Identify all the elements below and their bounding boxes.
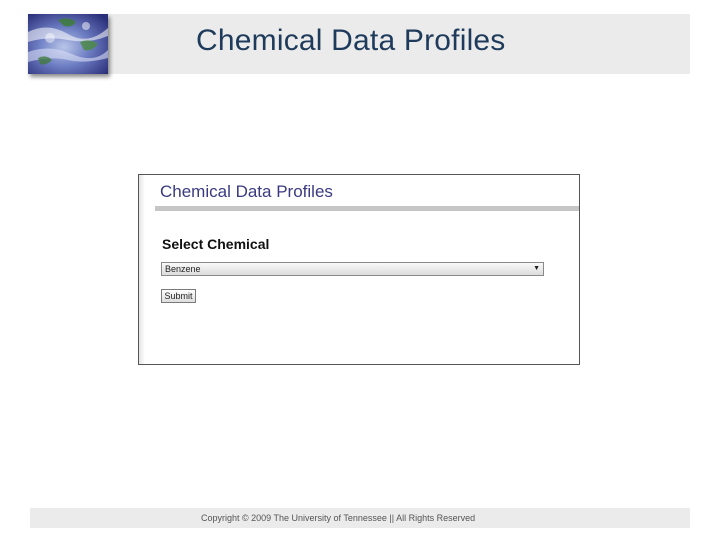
slide-title: Chemical Data Profiles bbox=[196, 24, 506, 57]
chemical-select-value: Benzene bbox=[165, 264, 201, 274]
screenshot-left-shade bbox=[139, 175, 145, 364]
earth-satellite-logo bbox=[28, 14, 108, 74]
submit-button[interactable]: Submit bbox=[161, 289, 196, 303]
copyright-text: Copyright © 2009 The University of Tenne… bbox=[201, 513, 476, 523]
embedded-screenshot: Chemical Data Profiles Select Chemical B… bbox=[138, 174, 580, 365]
select-chemical-label: Select Chemical bbox=[162, 236, 270, 252]
dropdown-arrow-icon: ▼ bbox=[533, 265, 540, 272]
form-heading: Chemical Data Profiles bbox=[160, 182, 333, 201]
heading-divider bbox=[155, 206, 579, 211]
chemical-select[interactable]: Benzene ▼ bbox=[161, 262, 544, 276]
